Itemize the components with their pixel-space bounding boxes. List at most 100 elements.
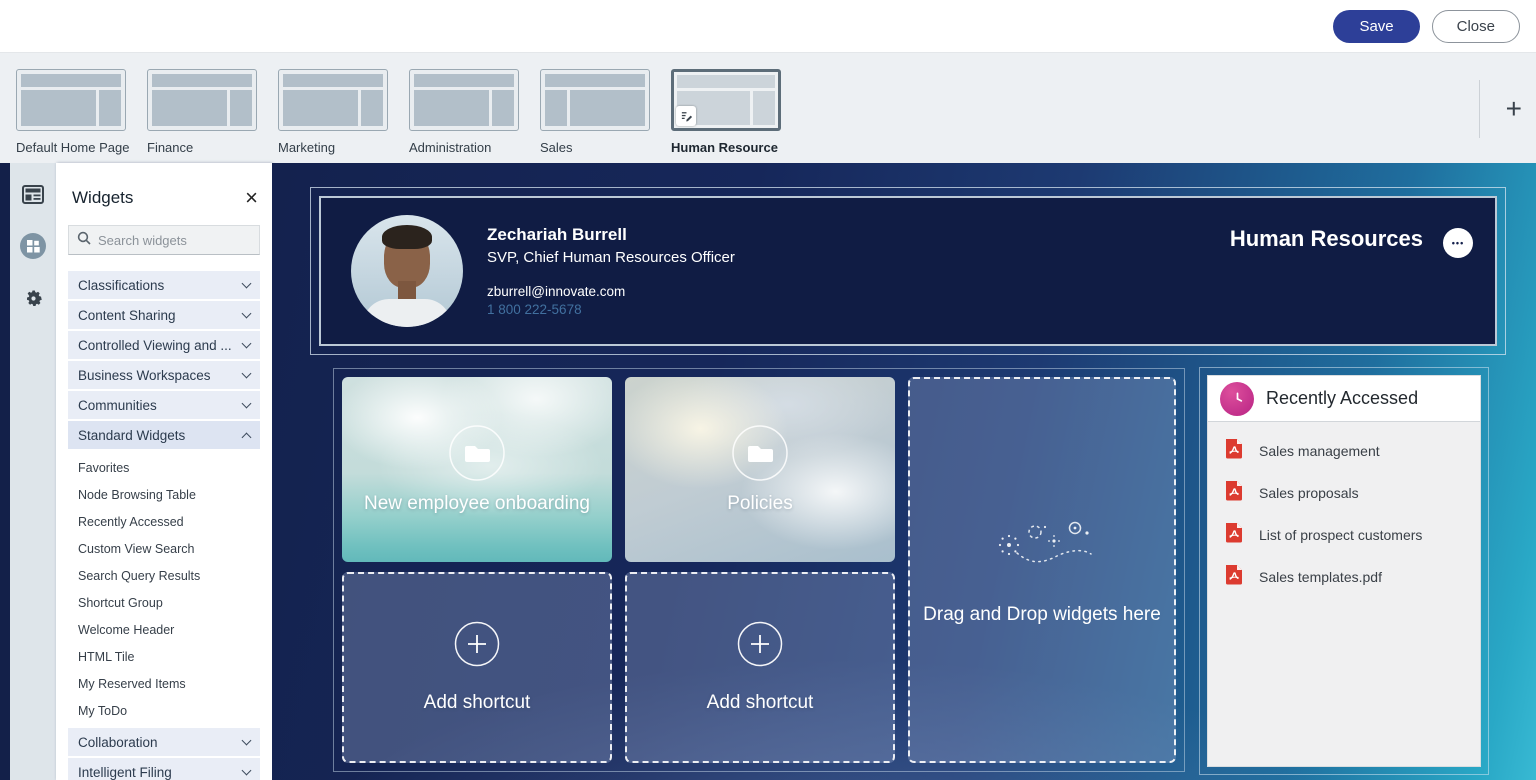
section-content-sharing[interactable]: Content Sharing bbox=[68, 301, 260, 329]
section-business-workspaces[interactable]: Business Workspaces bbox=[68, 361, 260, 389]
widget-item-node-browsing-table[interactable]: Node Browsing Table bbox=[56, 481, 272, 508]
pdf-file-icon bbox=[1222, 478, 1246, 507]
save-button[interactable]: Save bbox=[1333, 9, 1420, 43]
welcome-header-card: Zechariah Burrell SVP, Chief Human Resou… bbox=[319, 196, 1497, 346]
section-controlled-viewing[interactable]: Controlled Viewing and ... bbox=[68, 331, 260, 359]
template-finance[interactable]: Finance bbox=[147, 69, 278, 163]
template-default-home-page[interactable]: Default Home Page bbox=[16, 69, 147, 163]
list-item[interactable]: Sales management bbox=[1222, 436, 1466, 465]
welcome-header-widget[interactable]: Zechariah Burrell SVP, Chief Human Resou… bbox=[310, 187, 1506, 355]
sidebar-rail bbox=[10, 163, 56, 780]
template-thumbnail bbox=[540, 69, 650, 131]
chevron-down-icon bbox=[241, 765, 252, 776]
top-action-bar: Save Close bbox=[0, 0, 1536, 52]
chevron-down-icon bbox=[241, 278, 252, 289]
recently-accessed-list: Sales management Sales proposals List of… bbox=[1208, 422, 1480, 605]
section-collaboration[interactable]: Collaboration bbox=[68, 728, 260, 756]
widget-search bbox=[68, 225, 274, 255]
widget-item-recently-accessed[interactable]: Recently Accessed bbox=[56, 508, 272, 535]
search-icon bbox=[77, 231, 91, 250]
template-label: Human Resource bbox=[671, 140, 778, 155]
list-item[interactable]: Sales templates.pdf bbox=[1222, 562, 1466, 591]
add-shortcut-button[interactable]: Add shortcut bbox=[625, 572, 895, 763]
template-label: Sales bbox=[540, 140, 573, 155]
section-classifications[interactable]: Classifications bbox=[68, 271, 260, 299]
widgets-grid-icon[interactable] bbox=[18, 231, 48, 261]
widget-item-welcome-header[interactable]: Welcome Header bbox=[56, 616, 272, 643]
template-thumbnail bbox=[278, 69, 388, 131]
template-thumbnail bbox=[409, 69, 519, 131]
close-icon[interactable]: × bbox=[245, 187, 258, 209]
edit-template-icon bbox=[676, 106, 696, 126]
pdf-file-icon bbox=[1222, 562, 1246, 591]
chevron-down-icon bbox=[241, 735, 252, 746]
shortcut-tile-new-employee-onboarding[interactable]: New employee onboarding bbox=[342, 377, 612, 562]
widget-item-shortcut-group[interactable]: Shortcut Group bbox=[56, 589, 272, 616]
profile-phone-link[interactable]: 1 800 222-5678 bbox=[487, 302, 735, 317]
tile-label: New employee onboarding bbox=[363, 493, 591, 514]
section-communities[interactable]: Communities bbox=[68, 391, 260, 419]
layout-panel-icon[interactable] bbox=[18, 179, 48, 209]
widget-dropzone[interactable]: Drag and Drop widgets here bbox=[908, 377, 1176, 763]
header-menu-button[interactable]: ••• bbox=[1443, 228, 1473, 258]
list-item-label: Sales management bbox=[1259, 442, 1380, 459]
section-intelligent-filing[interactable]: Intelligent Filing bbox=[68, 758, 260, 780]
tile-label: Policies bbox=[727, 493, 793, 514]
widget-item-html-tile[interactable]: HTML Tile bbox=[56, 643, 272, 670]
section-label: Classifications bbox=[78, 277, 165, 293]
chevron-down-icon bbox=[241, 368, 252, 379]
page-template-strip: Default Home Page Finance Marketing Admi… bbox=[0, 52, 1536, 163]
section-standard-widgets[interactable]: Standard Widgets bbox=[68, 421, 260, 449]
list-item[interactable]: Sales proposals bbox=[1222, 478, 1466, 507]
profile-role: SVP, Chief Human Resources Officer bbox=[487, 249, 735, 266]
standard-widgets-list: Favorites Node Browsing Table Recently A… bbox=[56, 451, 272, 728]
recently-accessed-title: Recently Accessed bbox=[1266, 388, 1419, 408]
widget-item-favorites[interactable]: Favorites bbox=[56, 454, 272, 481]
template-sales[interactable]: Sales bbox=[540, 69, 671, 163]
add-shortcut-button[interactable]: Add shortcut bbox=[342, 572, 612, 763]
template-human-resource-selected[interactable]: Human Resource bbox=[671, 69, 802, 163]
list-item-label: Sales templates.pdf bbox=[1259, 568, 1382, 585]
add-shortcut-label: Add shortcut bbox=[423, 692, 531, 713]
widget-item-my-reserved-items[interactable]: My Reserved Items bbox=[56, 670, 272, 697]
profile-email: zburrell@innovate.com bbox=[487, 284, 626, 299]
widget-item-my-todo[interactable]: My ToDo bbox=[56, 697, 272, 724]
chevron-down-icon bbox=[241, 398, 252, 409]
folder-icon bbox=[731, 424, 789, 487]
widgets-panel-title: Widgets bbox=[72, 188, 134, 207]
pdf-file-icon bbox=[1222, 436, 1246, 465]
shortcut-tile-policies[interactable]: Policies bbox=[625, 377, 895, 562]
close-button[interactable]: Close bbox=[1431, 9, 1520, 43]
section-label: Collaboration bbox=[78, 734, 158, 750]
section-label: Intelligent Filing bbox=[78, 764, 172, 780]
add-page-button[interactable]: + bbox=[1506, 94, 1522, 123]
template-administration[interactable]: Administration bbox=[409, 69, 540, 163]
widget-item-custom-view-search[interactable]: Custom View Search bbox=[56, 535, 272, 562]
section-label: Content Sharing bbox=[78, 307, 176, 323]
chevron-down-icon bbox=[241, 308, 252, 319]
chevron-up-icon bbox=[241, 432, 252, 442]
template-thumbnail bbox=[147, 69, 257, 131]
template-marketing[interactable]: Marketing bbox=[278, 69, 409, 163]
widget-category-list: Classifications Content Sharing Controll… bbox=[56, 271, 272, 780]
plus-circle-icon bbox=[454, 621, 500, 672]
list-item[interactable]: List of prospect customers bbox=[1222, 520, 1466, 549]
profile-name: Zechariah Burrell bbox=[487, 225, 627, 244]
section-label: Business Workspaces bbox=[78, 367, 211, 383]
widget-item-search-query-results[interactable]: Search Query Results bbox=[56, 562, 272, 589]
strip-divider bbox=[1478, 79, 1480, 138]
section-label: Controlled Viewing and ... bbox=[78, 337, 232, 353]
search-widgets-input[interactable] bbox=[98, 232, 274, 248]
chevron-down-icon bbox=[241, 338, 252, 349]
template-thumbnail bbox=[16, 69, 126, 131]
recently-accessed-card: Recently Accessed Sales management Sales… bbox=[1207, 375, 1481, 767]
pdf-file-icon bbox=[1222, 520, 1246, 549]
template-thumbnail bbox=[671, 69, 781, 131]
plus-circle-icon bbox=[737, 621, 783, 672]
add-shortcut-label: Add shortcut bbox=[706, 692, 814, 713]
settings-gear-icon[interactable] bbox=[18, 283, 48, 313]
recently-accessed-widget[interactable]: Recently Accessed Sales management Sales… bbox=[1199, 367, 1489, 775]
clock-icon bbox=[1220, 381, 1254, 416]
shortcut-group-widget: New employee onboarding Policies Drag an… bbox=[333, 368, 1185, 772]
folder-icon bbox=[448, 424, 506, 487]
